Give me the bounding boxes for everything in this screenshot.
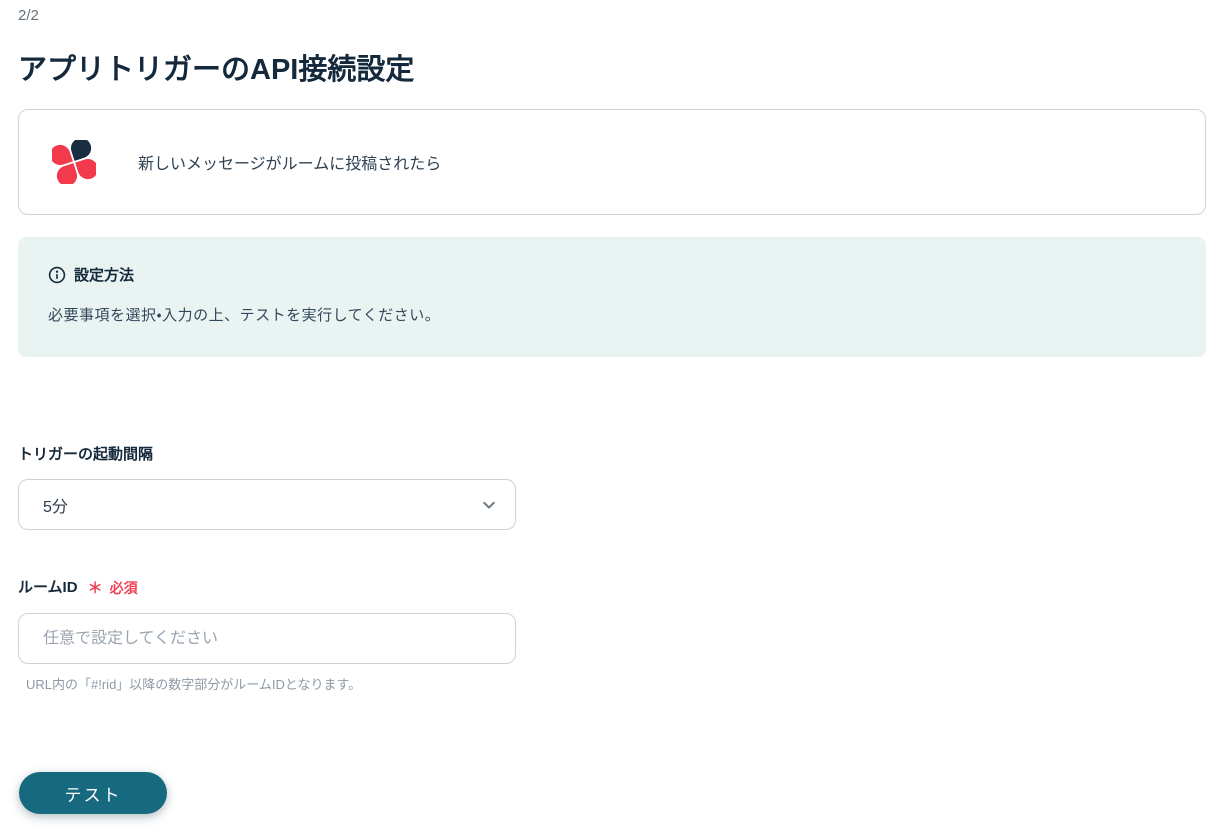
room-id-field-label: ルームID — [18, 578, 78, 596]
interval-selected-value: 5分 — [43, 498, 68, 516]
required-badge: 必須 — [109, 579, 138, 596]
info-box-heading: 設定方法 — [74, 267, 135, 284]
app-trigger-settings-page: 2/2 アプリトリガーのAPI接続設定 新しいメッセージがルームに投稿されたら — [0, 0, 1228, 828]
chevron-down-icon — [481, 497, 497, 513]
required-asterisk: ＊ — [87, 580, 103, 597]
page-title: アプリトリガーのAPI接続設定 — [18, 54, 415, 86]
interval-field-label: トリガーの起動間隔 — [18, 446, 154, 463]
info-box-body: 必要事項を選択・入力の上、テストを実行してください。 — [48, 307, 441, 324]
trigger-card-label: 新しいメッセージがルームに投稿されたら — [138, 156, 442, 173]
chatwork-flower-icon — [50, 138, 98, 186]
room-id-help-text: URL内の「#!rid」以降の数字部分がルームIDとなります。 — [26, 677, 362, 692]
info-box: 設定方法 必要事項を選択・入力の上、テストを実行してください。 — [18, 237, 1206, 357]
room-id-input[interactable] — [18, 613, 516, 664]
trigger-summary-card: 新しいメッセージがルームに投稿されたら — [18, 109, 1206, 215]
test-button[interactable]: テスト — [19, 772, 167, 814]
interval-select[interactable]: 5分 — [18, 479, 516, 530]
info-circle-icon — [48, 266, 66, 284]
step-indicator: 2/2 — [18, 7, 39, 24]
